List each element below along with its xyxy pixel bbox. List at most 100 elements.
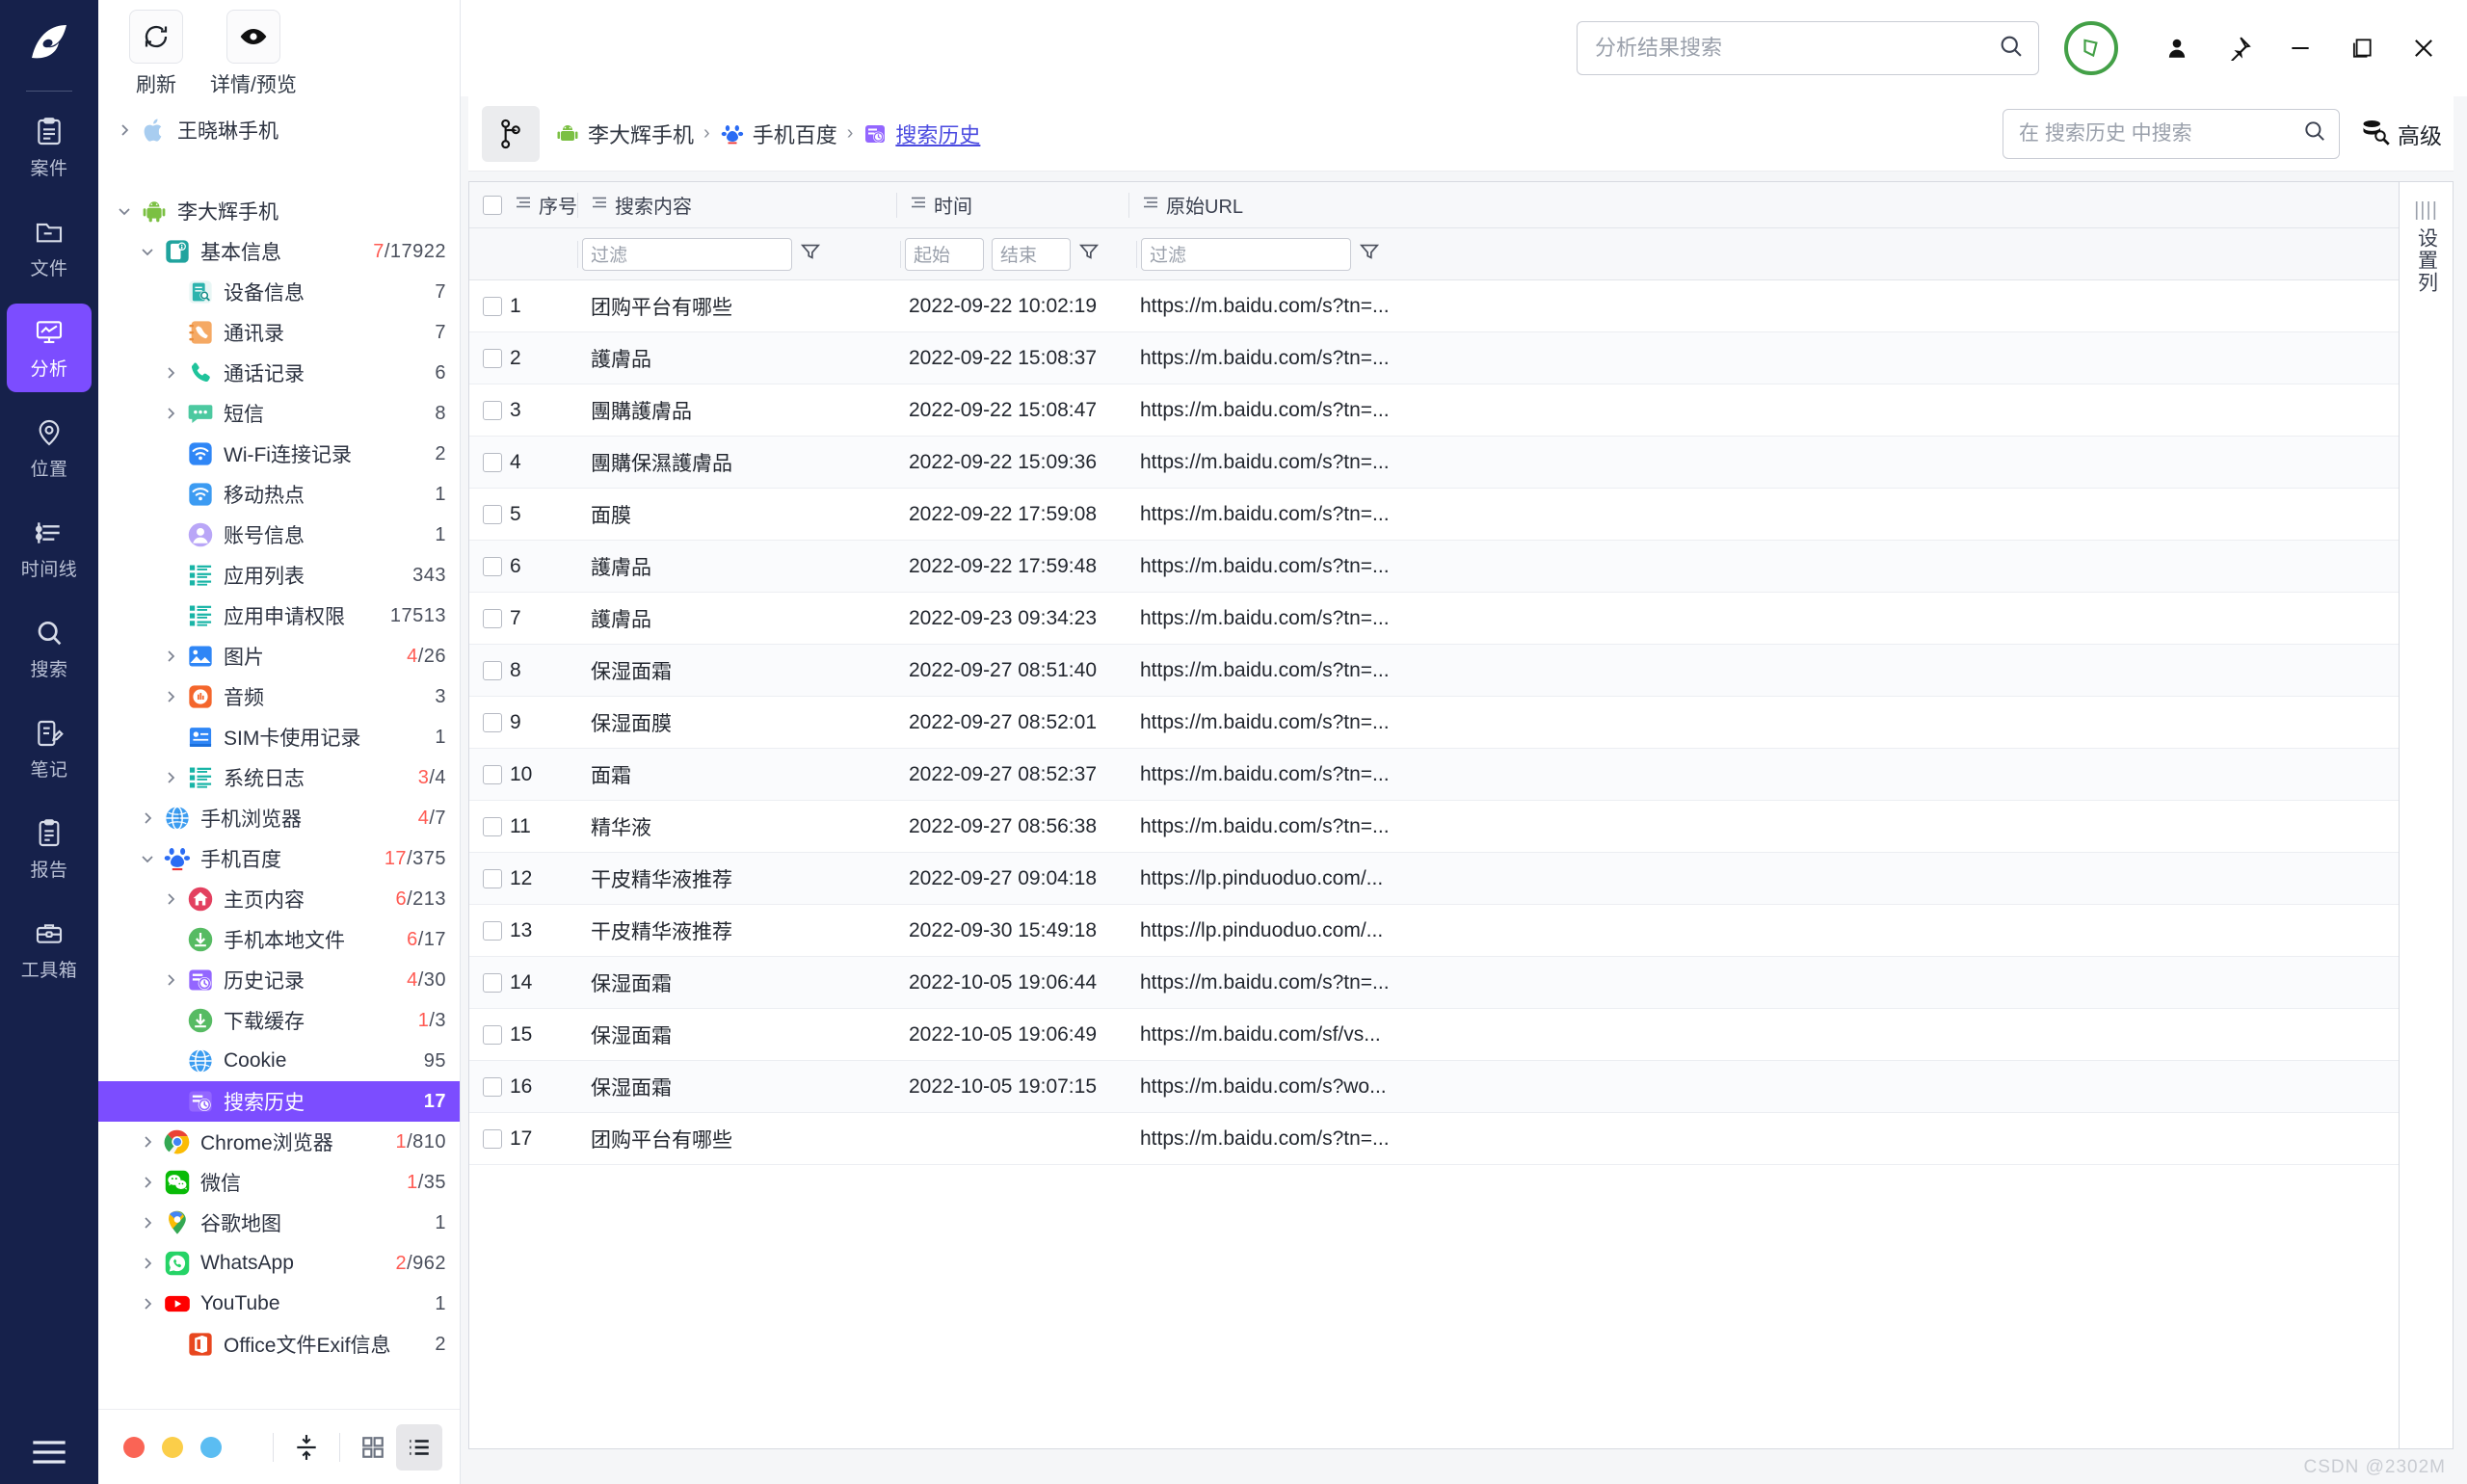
chevron-down-icon[interactable]	[131, 851, 164, 866]
search-icon[interactable]	[2302, 119, 2327, 148]
tree-item[interactable]: Chrome浏览器 1/810	[98, 1122, 460, 1162]
chevron-right-icon[interactable]	[108, 122, 141, 138]
tree-item[interactable]: 手机本地文件 6/17	[98, 919, 460, 960]
tree-item[interactable]: YouTube 1	[98, 1284, 460, 1324]
row-checkbox[interactable]	[469, 645, 502, 697]
chevron-right-icon[interactable]	[154, 649, 187, 664]
tree-item[interactable]: 通话记录 6	[98, 353, 460, 393]
filter-time-end-input[interactable]: 结束	[992, 237, 1071, 271]
select-all-checkbox[interactable]	[469, 182, 502, 228]
tree-item[interactable]: Office文件Exif信息 2	[98, 1324, 460, 1365]
table-row[interactable]: 4 團購保濕護膚品 2022-09-22 15:09:36 https://m.bai…	[469, 437, 2399, 489]
checkbox[interactable]	[483, 816, 502, 836]
row-checkbox[interactable]	[469, 1009, 502, 1061]
tree-item[interactable]: 短信 8	[98, 393, 460, 434]
chevron-right-icon[interactable]	[131, 1134, 164, 1150]
hamburger-menu-icon[interactable]	[0, 1438, 98, 1467]
user-icon[interactable]	[2161, 32, 2193, 65]
row-checkbox[interactable]	[469, 384, 502, 437]
tree-item[interactable]: 谷歌地图 1	[98, 1203, 460, 1243]
table-row[interactable]: 2 護膚品 2022-09-22 15:08:37 https://m.baidu.c…	[469, 332, 2399, 384]
tree-item[interactable]: Cookie 95	[98, 1041, 460, 1081]
checkbox[interactable]	[483, 1128, 502, 1149]
global-search[interactable]	[1577, 21, 2039, 75]
column-header-query[interactable]: 搜索内容	[578, 182, 896, 228]
column-header-index[interactable]: 序号	[502, 182, 577, 228]
sidebar-item-notes[interactable]: 笔记	[7, 704, 92, 793]
tree-item[interactable]: 通讯录 7	[98, 312, 460, 353]
tree-item[interactable]: 王晓琳手机	[98, 110, 460, 150]
list-view-icon[interactable]	[396, 1423, 442, 1471]
table-row[interactable]: 9 保湿面膜 2022-09-27 08:52:01 https://m.baidu.…	[469, 697, 2399, 749]
funnel-icon[interactable]	[1359, 241, 1380, 267]
checkbox[interactable]	[483, 452, 502, 472]
chevron-down-icon[interactable]	[131, 244, 164, 259]
table-row[interactable]: 16 保湿面霜 2022-10-05 19:07:15 https://m.baidu…	[469, 1061, 2399, 1113]
chevron-right-icon[interactable]	[154, 972, 187, 988]
chevron-right-icon[interactable]	[154, 770, 187, 785]
filter-query-input[interactable]: 过滤	[582, 237, 792, 271]
sidebar-item-timeline[interactable]: 时间线	[7, 504, 92, 593]
chevron-right-icon[interactable]	[154, 365, 187, 381]
row-checkbox[interactable]	[469, 489, 502, 541]
maximize-icon[interactable]	[2346, 32, 2378, 65]
row-checkbox[interactable]	[469, 1113, 502, 1165]
filter-time-start-input[interactable]: 起始	[905, 237, 984, 271]
checkbox[interactable]	[483, 195, 502, 215]
scoped-search[interactable]	[2003, 108, 2340, 159]
search-icon[interactable]	[1998, 33, 2025, 65]
checkbox[interactable]	[483, 504, 502, 524]
breadcrumb-item-device[interactable]: 李大辉手机	[555, 119, 694, 149]
tree-item[interactable]: 图片 4/26	[98, 636, 460, 676]
tree-item[interactable]: 基本信息 7/17922	[98, 231, 460, 272]
tree-item[interactable]: 移动热点 1	[98, 474, 460, 515]
chevron-right-icon[interactable]	[131, 810, 164, 826]
table-row[interactable]: 6 護膚品 2022-09-22 17:59:48 https://m.baidu.c…	[469, 541, 2399, 593]
sidebar-item-files[interactable]: 文件	[7, 203, 92, 292]
table-row[interactable]: 12 干皮精华液推荐 2022-09-27 09:04:18 https://lp.p…	[469, 853, 2399, 905]
tree-item[interactable]: 李大辉手机	[98, 191, 460, 231]
tree-item[interactable]: 音频 3	[98, 676, 460, 717]
chevron-right-icon[interactable]	[154, 406, 187, 421]
table-row[interactable]: 5 面膜 2022-09-22 17:59:08 https://m.baidu.co…	[469, 489, 2399, 541]
table-row[interactable]: 8 保湿面霜 2022-09-27 08:51:40 https://m.baidu.…	[469, 645, 2399, 697]
table-row[interactable]: 1 团购平台有哪些 2022-09-22 10:02:19 https://m.bai…	[469, 280, 2399, 332]
row-checkbox[interactable]	[469, 957, 502, 1009]
sidebar-item-search[interactable]: 搜索	[7, 604, 92, 693]
checkbox[interactable]	[483, 660, 502, 680]
detail-preview-button[interactable]: 详情/预览	[210, 10, 297, 106]
column-header-url[interactable]: 原始URL	[1129, 182, 2399, 228]
checkbox[interactable]	[483, 556, 502, 576]
tree-item[interactable]: SIM卡使用记录 1	[98, 717, 460, 757]
tree-item[interactable]: 账号信息 1	[98, 515, 460, 555]
sidebar-item-case[interactable]: 案件	[7, 103, 92, 192]
tree-item[interactable]: 应用列表 343	[98, 555, 460, 596]
column-header-time[interactable]: 时间	[897, 182, 1128, 228]
chevron-right-icon[interactable]	[154, 891, 187, 907]
search-input[interactable]	[1595, 36, 1998, 61]
tree-item[interactable]: 应用申请权限 17513	[98, 596, 460, 636]
table-row[interactable]: 17 团购平台有哪些 https://m.baidu.com/s?tn=...	[469, 1113, 2399, 1165]
breadcrumb-item-current[interactable]: 搜索历史	[862, 119, 980, 149]
tree-item[interactable]: 手机浏览器 4/7	[98, 798, 460, 838]
checkbox[interactable]	[483, 348, 502, 368]
checkbox[interactable]	[483, 400, 502, 420]
chevron-right-icon[interactable]	[131, 1296, 164, 1312]
sidebar-item-report[interactable]: 报告	[7, 805, 92, 893]
tree-item[interactable]: WhatsApp 2/962	[98, 1243, 460, 1284]
grid-view-icon[interactable]	[350, 1424, 396, 1471]
pin-icon[interactable]	[2222, 32, 2255, 65]
filter-url-input[interactable]: 过滤	[1141, 237, 1351, 271]
funnel-icon[interactable]	[800, 241, 821, 267]
row-checkbox[interactable]	[469, 697, 502, 749]
table-row[interactable]: 10 面霜 2022-09-27 08:52:37 https://m.baidu.c…	[469, 749, 2399, 801]
sidebar-item-analysis[interactable]: 分析	[7, 304, 92, 392]
checkbox[interactable]	[483, 296, 502, 316]
tree-item[interactable]: 手机百度 17/375	[98, 838, 460, 879]
sidebar-item-toolbox[interactable]: 工具箱	[7, 905, 92, 994]
table-row[interactable]: 13 干皮精华液推荐 2022-09-30 15:49:18 https://lp.p…	[469, 905, 2399, 957]
collapse-icon[interactable]	[283, 1424, 330, 1471]
checkbox[interactable]	[483, 1076, 502, 1097]
row-checkbox[interactable]	[469, 332, 502, 384]
table-row[interactable]: 3 團購護膚品 2022-09-22 15:08:47 https://m.baidu…	[469, 384, 2399, 437]
